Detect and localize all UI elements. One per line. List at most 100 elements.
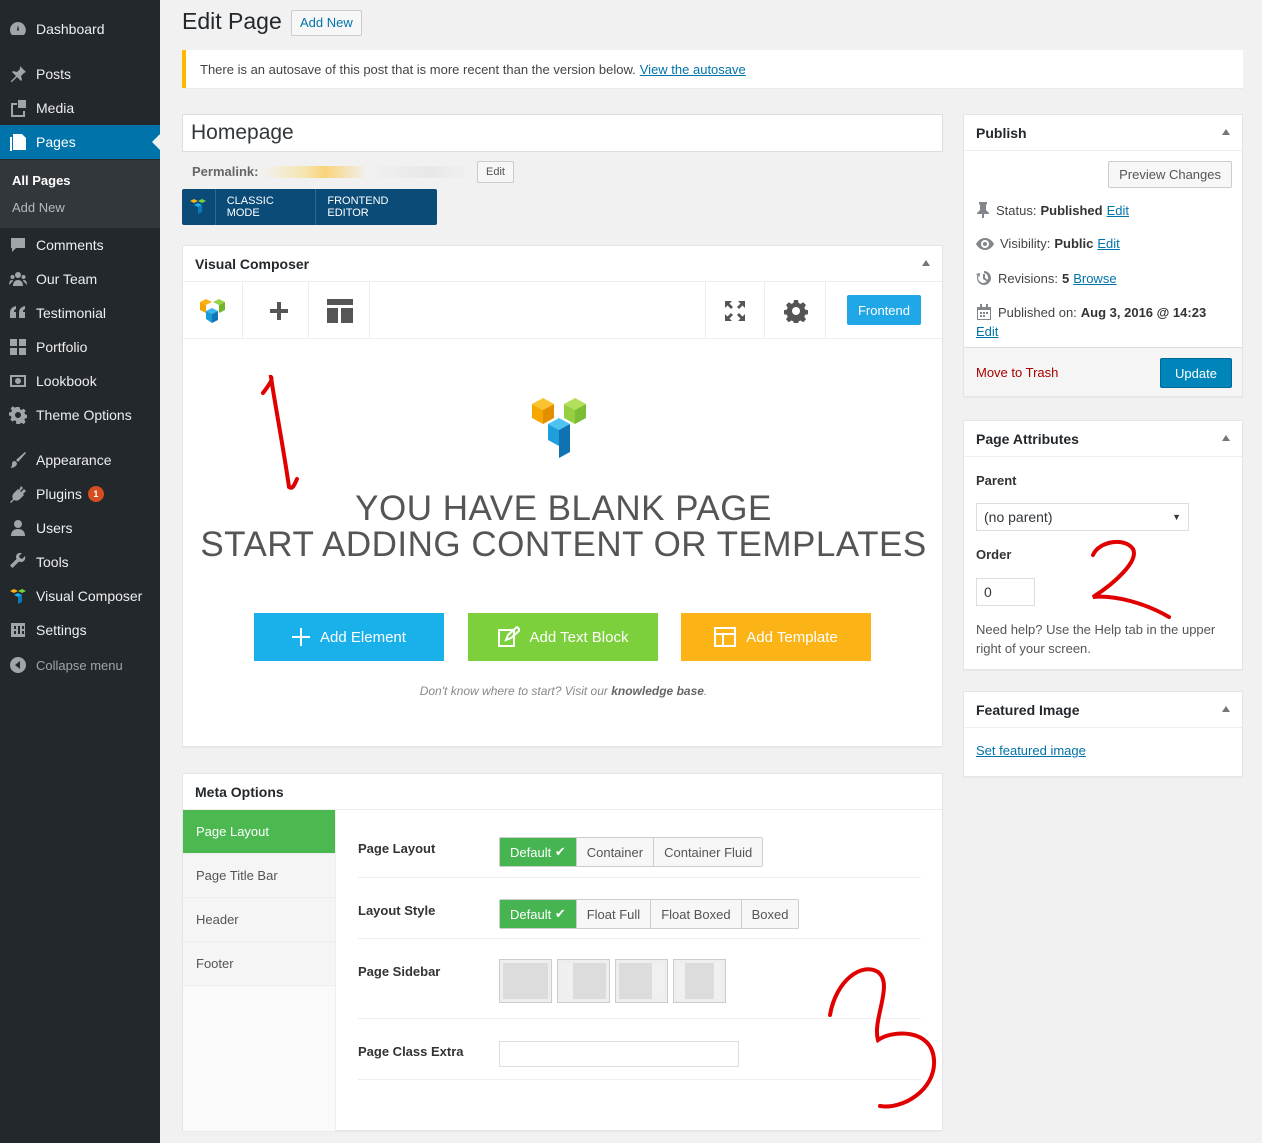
attributes-help-text: Need help? Use the Help tab in the upper… xyxy=(976,622,1216,656)
sidebar-item-label: Testimonial xyxy=(36,305,107,321)
parent-select[interactable]: (no parent) ▼ xyxy=(976,503,1189,531)
media-icon xyxy=(0,99,36,117)
frontend-editor-button[interactable]: FRONTEND EDITOR xyxy=(315,189,437,225)
revisions-value: 5 xyxy=(1061,270,1070,286)
fullscreen-button[interactable] xyxy=(705,282,765,339)
comments-icon xyxy=(0,236,36,254)
permalink-edit-button[interactable]: Edit xyxy=(477,161,514,183)
preview-changes-button[interactable]: Preview Changes xyxy=(1108,161,1232,188)
order-input[interactable]: 0 xyxy=(976,578,1035,606)
sidebar-both-option[interactable] xyxy=(673,959,726,1003)
gear-icon xyxy=(0,406,36,424)
layout-style-float-boxed[interactable]: Float Boxed xyxy=(650,900,741,928)
vc-toolbar: Frontend xyxy=(183,282,942,339)
add-text-block-label: Add Text Block xyxy=(529,628,629,646)
add-text-block-button[interactable]: Add Text Block xyxy=(468,613,658,661)
collapse-toggle-icon[interactable] xyxy=(1222,129,1230,135)
page-layout-container-fluid[interactable]: Container Fluid xyxy=(653,838,763,866)
brush-icon xyxy=(0,451,36,469)
sidebar-item-tools[interactable]: Tools xyxy=(0,545,160,579)
edit-status-link[interactable]: Edit xyxy=(1107,203,1129,218)
submenu-add-new[interactable]: Add New xyxy=(12,200,65,215)
page-attributes-title: Page Attributes xyxy=(976,430,1079,447)
help-period: . xyxy=(703,684,708,698)
edit-icon xyxy=(497,626,520,647)
collapse-menu-button[interactable]: Collapse menu xyxy=(0,648,160,682)
tab-footer[interactable]: Footer xyxy=(183,942,335,986)
featured-image-header[interactable]: Featured Image xyxy=(964,692,1242,728)
frontend-button[interactable]: Frontend xyxy=(847,295,921,325)
set-featured-image-link[interactable]: Set featured image xyxy=(976,743,1086,758)
published-label: Published on: xyxy=(998,304,1077,320)
meta-options-box: Meta Options Page Layout Page Title Bar … xyxy=(182,773,943,1131)
submenu-all-pages[interactable]: All Pages xyxy=(12,173,71,188)
sidebar-item-users[interactable]: Users xyxy=(0,511,160,545)
sidebar-item-testimonial[interactable]: Testimonial xyxy=(0,296,160,330)
view-autosave-link[interactable]: View the autosave xyxy=(640,62,746,77)
post-title-input[interactable]: Homepage xyxy=(182,114,943,152)
publish-header[interactable]: Publish xyxy=(964,115,1242,151)
tab-page-layout[interactable]: Page Layout xyxy=(183,810,335,854)
sidebar-item-theme-options[interactable]: Theme Options xyxy=(0,398,160,432)
sidebar-left-option[interactable] xyxy=(557,959,610,1003)
revisions-label: Revisions: xyxy=(998,270,1058,286)
sidebar-item-comments[interactable]: Comments xyxy=(0,228,160,262)
add-element-button[interactable]: Add Element xyxy=(254,613,444,661)
sidebar-item-visual-composer[interactable]: Visual Composer xyxy=(0,579,160,613)
update-button[interactable]: Update xyxy=(1160,358,1232,388)
sidebar-item-plugins[interactable]: Plugins 1 xyxy=(0,477,160,511)
collapse-label: Collapse menu xyxy=(36,657,123,673)
tab-header[interactable]: Header xyxy=(183,898,335,942)
sidebar-item-pages[interactable]: Pages xyxy=(0,125,160,159)
collapse-toggle-icon[interactable] xyxy=(1222,706,1230,712)
sidebar-right-option[interactable] xyxy=(615,959,668,1003)
calendar-icon xyxy=(977,304,991,320)
sidebar-item-appearance[interactable]: Appearance xyxy=(0,443,160,477)
sidebar-item-label: Appearance xyxy=(36,452,112,468)
sidebar-item-label: Lookbook xyxy=(36,373,97,389)
plus-icon xyxy=(269,301,288,320)
edit-published-date-link[interactable]: Edit xyxy=(976,324,998,339)
meta-options-title: Meta Options xyxy=(195,783,284,800)
page-attributes-header[interactable]: Page Attributes xyxy=(964,421,1242,457)
classic-mode-button[interactable]: CLASSIC MODE xyxy=(216,189,316,225)
edit-visibility-link[interactable]: Edit xyxy=(1097,236,1119,251)
move-to-trash-link[interactable]: Move to Trash xyxy=(976,365,1058,380)
sidebar-item-label: Dashboard xyxy=(36,21,105,37)
sidebar-item-media[interactable]: Media xyxy=(0,91,160,125)
sidebar-item-settings[interactable]: Settings xyxy=(0,613,160,647)
vc-logo-button[interactable] xyxy=(183,282,243,339)
add-new-button[interactable]: Add New xyxy=(291,10,362,36)
settings-button[interactable] xyxy=(766,282,826,339)
page-attributes-box: Page Attributes Parent (no parent) ▼ Ord… xyxy=(963,420,1243,670)
sidebar-item-lookbook[interactable]: Lookbook xyxy=(0,364,160,398)
sidebar-item-our-team[interactable]: Our Team xyxy=(0,262,160,296)
sidebar-item-label: Users xyxy=(36,520,73,536)
knowledge-base-link[interactable]: knowledge base xyxy=(611,684,704,698)
browse-revisions-link[interactable]: Browse xyxy=(1073,271,1116,286)
sidebar-item-label: Portfolio xyxy=(36,339,88,355)
page-class-input[interactable] xyxy=(499,1041,739,1067)
pages-submenu: All Pages Add New xyxy=(0,160,160,228)
templates-toolbar-button[interactable] xyxy=(310,282,370,339)
sidebar-item-portfolio[interactable]: Portfolio xyxy=(0,330,160,364)
layout-style-default[interactable]: Default ✔ xyxy=(500,900,576,928)
add-element-toolbar-button[interactable] xyxy=(249,282,309,339)
tab-page-title-bar[interactable]: Page Title Bar xyxy=(183,854,335,898)
sidebar-item-dashboard[interactable]: Dashboard xyxy=(0,12,160,46)
featured-image-box: Featured Image Set featured image xyxy=(963,691,1243,777)
page-layout-default[interactable]: Default ✔ xyxy=(500,838,576,866)
add-template-button[interactable]: Add Template xyxy=(681,613,871,661)
history-icon xyxy=(976,271,991,285)
vc-box-header[interactable]: Visual Composer xyxy=(183,246,942,282)
sidebar-none-option[interactable] xyxy=(499,959,552,1003)
layout-style-boxed[interactable]: Boxed xyxy=(740,900,799,928)
meta-tabs: Page Layout Page Title Bar Header Footer xyxy=(183,810,336,1131)
collapse-toggle-icon[interactable] xyxy=(1222,435,1230,441)
page-layout-container[interactable]: Container xyxy=(575,838,654,866)
collapse-toggle-icon[interactable] xyxy=(922,260,930,266)
sidebar-item-posts[interactable]: Posts xyxy=(0,57,160,91)
published-on-row: Published on: Aug 3, 2016 @ 14:23 xyxy=(976,304,1210,320)
gear-icon xyxy=(783,299,808,323)
layout-style-float-full[interactable]: Float Full xyxy=(575,900,651,928)
